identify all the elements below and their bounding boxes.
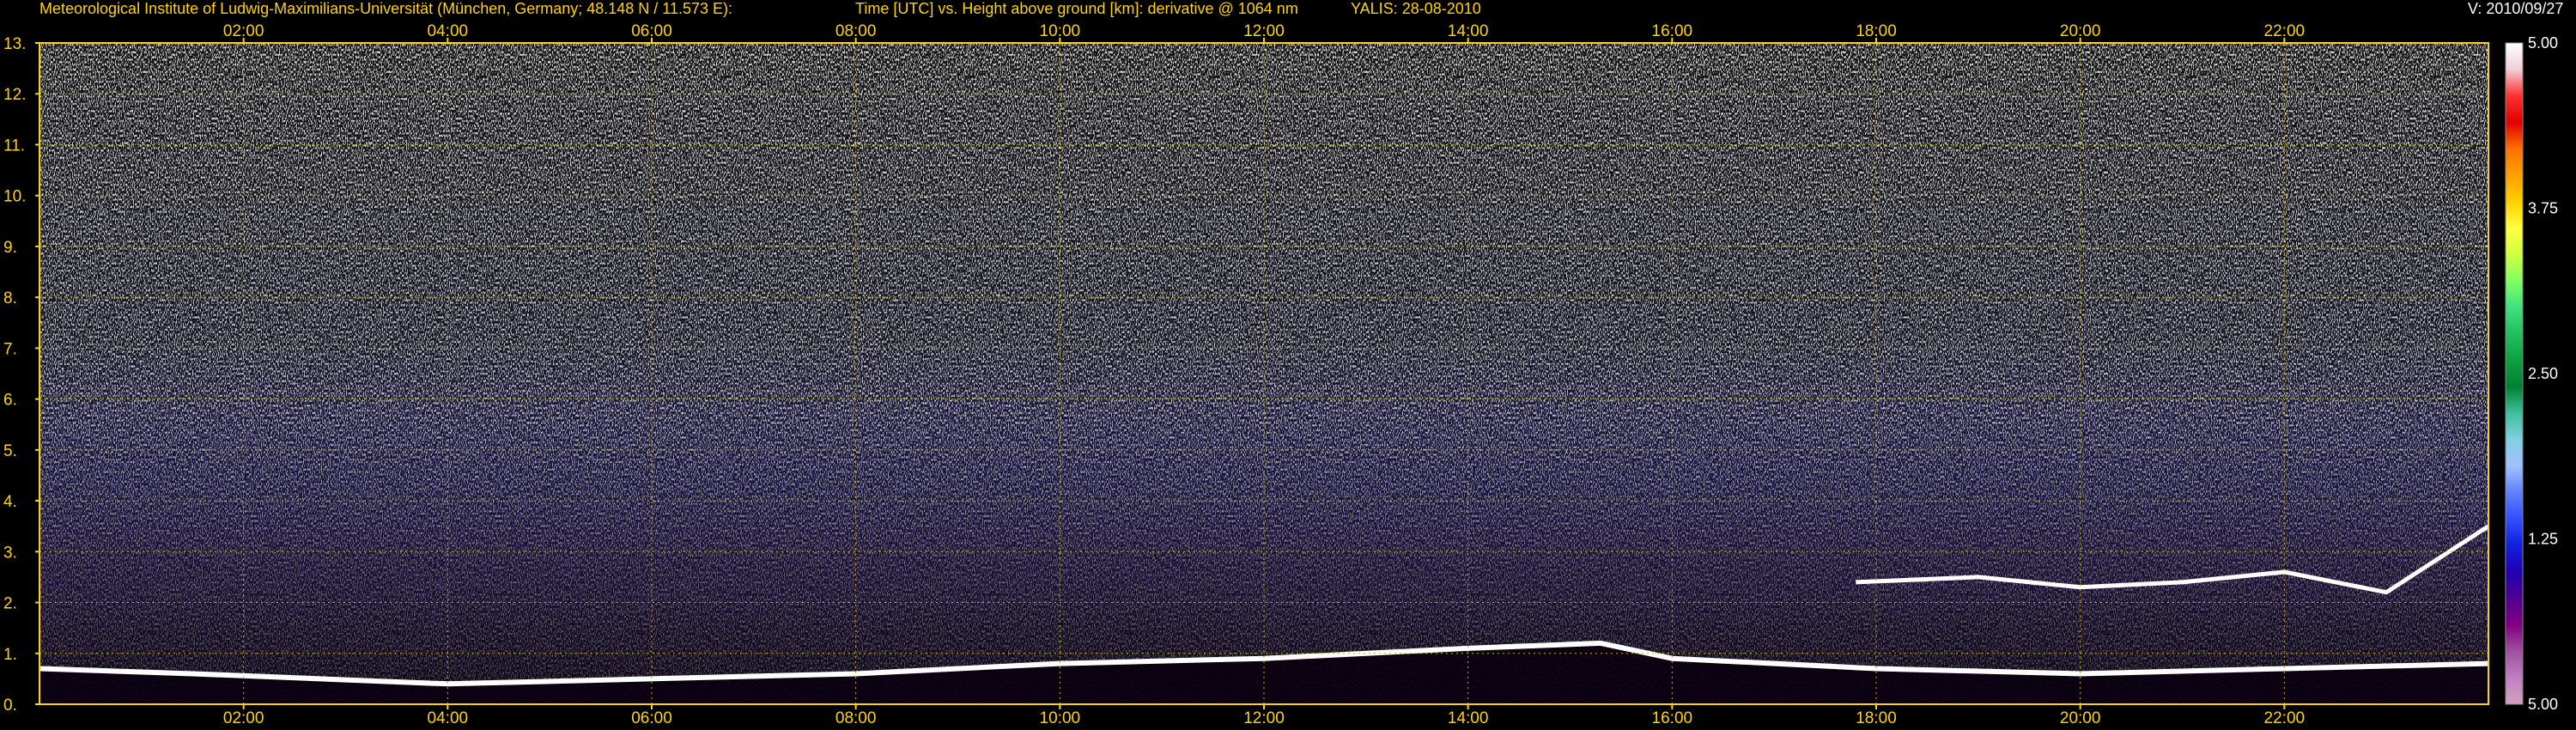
x-tick-label-bottom: 08:00 [835,709,877,727]
x-tick-label-top: 06:00 [631,22,672,40]
colorbar-label: 5.00 [2528,696,2558,713]
x-tick-label-bottom: 18:00 [1856,709,1897,727]
x-tick-label-top: 02:00 [223,22,264,40]
x-tick-label-bottom: 02:00 [223,709,264,727]
x-tick-label-top: 22:00 [2264,22,2306,40]
y-tick-label: 13. [3,35,26,53]
y-tick-label: 5. [3,442,17,460]
x-tick-label-top: 04:00 [428,22,469,40]
x-tick-label-bottom: 16:00 [1652,709,1693,727]
x-tick-label-top: 14:00 [1448,22,1489,40]
colorbar-gradient [2505,42,2524,705]
x-tick-label-bottom: 12:00 [1243,709,1285,727]
x-tick-label-top: 10:00 [1040,22,1081,40]
x-tick-label-top: 08:00 [835,22,877,40]
colorbar: 5.00 3.75 2.50 1.25 5.00 [2505,34,2558,713]
y-tick-label: 1. [3,646,17,664]
x-tick-label-bottom: 04:00 [428,709,469,727]
y-tick-label: 7. [3,340,17,358]
y-tick-label: 11. [3,137,25,155]
colorbar-label: 1.25 [2528,531,2558,548]
y-tick-label: 4. [3,493,17,511]
x-tick-label-top: 12:00 [1243,22,1285,40]
x-tick-label-bottom: 06:00 [631,709,672,727]
y-tick-label: 2. [3,595,17,613]
x-tick-label-bottom: 20:00 [2060,709,2101,727]
lidar-chart: 02:00 04:00 06:00 08:00 10:00 12:00 14:00 16:00… [3,22,2558,727]
x-tick-label-bottom: 22:00 [2264,709,2306,727]
x-tick-label-top: 18:00 [1856,22,1897,40]
colorbar-label: 5.00 [2528,34,2558,52]
y-tick-label: 8. [3,289,17,307]
plot-area [39,42,2489,705]
y-tick-label: 0. [3,697,17,715]
x-tick-label-bottom: 14:00 [1448,709,1489,727]
colorbar-label: 3.75 [2528,200,2558,217]
y-tick-label: 9. [3,239,17,257]
x-axis-bottom: 02:00 04:00 06:00 08:00 10:00 12:00 14:00 16:00… [223,704,2305,727]
y-axis: 0. 1. 2. 3. 4. 5. 6. 7. 8. 9. 10. 11. 12. 13. [3,35,39,715]
y-tick-label: 3. [3,544,17,562]
colorbar-label: 2.50 [2528,365,2558,382]
y-tick-label: 6. [3,392,17,410]
x-axis-top: 02:00 04:00 06:00 08:00 10:00 12:00 14:00 16:00… [223,22,2305,43]
y-tick-label: 12. [3,86,26,104]
x-tick-label-top: 16:00 [1652,22,1693,40]
x-tick-label-bottom: 10:00 [1040,709,1081,727]
x-tick-label-top: 20:00 [2060,22,2101,40]
y-tick-label: 10. [3,188,26,206]
